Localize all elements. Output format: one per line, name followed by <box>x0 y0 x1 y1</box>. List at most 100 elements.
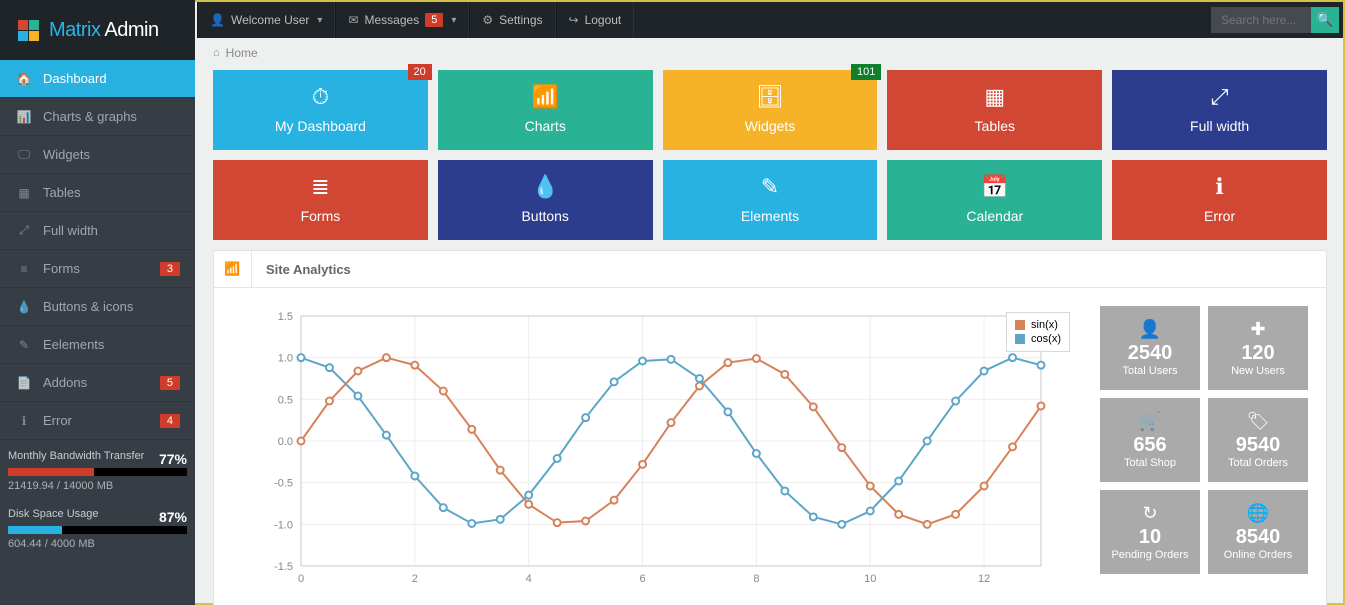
tile-icon: 📶 <box>438 84 653 110</box>
search-icon: 🔍 <box>1317 12 1334 27</box>
tiles: 20⏱My Dashboard📶Charts101🗄Widgets▦Tables… <box>195 70 1345 240</box>
nav-label: Forms <box>43 261 160 276</box>
tile-icon: 💧 <box>438 174 653 200</box>
sidebar-item-tables[interactable]: ▦Tables <box>0 174 195 212</box>
chart-icon: 📶 <box>214 251 252 287</box>
nav-label: Full width <box>43 223 180 238</box>
stat-label: Pending Orders <box>1111 549 1188 561</box>
chevron-down-icon: ▾ <box>451 15 456 26</box>
tile-icon: ℹ <box>1112 174 1327 200</box>
stat-value: 10 <box>1139 526 1161 549</box>
sidebar-item-eelements[interactable]: ✎ Eelements <box>0 326 195 364</box>
gear-icon: ⚙ <box>482 13 493 27</box>
nav-icon: 🖵 <box>15 147 33 162</box>
disk-title: Disk Space Usage <box>8 508 99 520</box>
tile-buttons[interactable]: 💧 Buttons <box>438 160 653 240</box>
tile-tables[interactable]: ▦Tables <box>887 70 1102 150</box>
sidebar-item-addons[interactable]: 📄Addons5 <box>0 364 195 402</box>
tile-my-dashboard[interactable]: 20⏱My Dashboard <box>213 70 428 150</box>
stat-total-shop[interactable]: 🛒656Total Shop <box>1100 398 1200 482</box>
tile-error[interactable]: ℹError <box>1112 160 1327 240</box>
svg-text:1.0: 1.0 <box>278 353 293 365</box>
search-input[interactable] <box>1211 7 1311 33</box>
stat-label: New Users <box>1231 365 1285 377</box>
stat-icon: 👤 <box>1139 319 1161 340</box>
tile-widgets[interactable]: 101🗄Widgets <box>663 70 878 150</box>
bandwidth-pct: 77% <box>159 451 187 467</box>
tile-calendar[interactable]: 📅Calendar <box>887 160 1102 240</box>
tile-icon: ⏱ <box>213 84 428 110</box>
svg-text:1.5: 1.5 <box>278 311 293 323</box>
chart-container: -1.5-1.0-0.50.00.51.01.5024681012 sin(x)… <box>232 306 1080 601</box>
nav-icon: ⤢ <box>15 223 33 238</box>
logo[interactable]: Matrix Admin <box>0 0 195 60</box>
svg-text:2: 2 <box>412 573 418 585</box>
topbar-welcome[interactable]: 👤Welcome User▾ <box>197 2 335 38</box>
nav-label: Addons <box>43 375 160 390</box>
legend-label: sin(x) <box>1031 319 1058 331</box>
tile-icon: ▦ <box>887 84 1102 110</box>
nav-icon: ≡ <box>15 262 33 276</box>
envelope-icon: ✉ <box>348 13 358 27</box>
stat-total-users[interactable]: 👤2540Total Users <box>1100 306 1200 390</box>
breadcrumb-home[interactable]: Home <box>226 46 258 60</box>
stat-label: Online Orders <box>1224 549 1292 561</box>
sidebar-item-error[interactable]: ℹError4 <box>0 402 195 440</box>
sidebar-item-buttons-icons[interactable]: 💧Buttons & icons <box>0 288 195 326</box>
sidebar-disk: Disk Space Usage87% 604.44 / 4000 MB <box>0 498 195 556</box>
tile-full-width[interactable]: ⤢Full width <box>1112 70 1327 150</box>
nav-icon: 📊 <box>15 110 33 124</box>
svg-text:0.0: 0.0 <box>278 436 293 448</box>
stat-value: 120 <box>1241 342 1274 365</box>
bandwidth-title: Monthly Bandwidth Transfer <box>8 450 144 462</box>
logo-icon <box>18 20 39 41</box>
legend-item: sin(x) <box>1015 319 1061 331</box>
tile-elements[interactable]: ✎Elements <box>663 160 878 240</box>
sidebar-item-charts-graphs[interactable]: 📊Charts & graphs <box>0 98 195 136</box>
chart-legend: sin(x) cos(x) <box>1006 312 1070 352</box>
svg-text:-0.5: -0.5 <box>274 478 293 490</box>
topbar-search: 🔍 <box>1207 2 1343 38</box>
legend-item: cos(x) <box>1015 333 1061 345</box>
stat-value: 656 <box>1133 434 1166 457</box>
topbar-settings[interactable]: ⚙ Settings <box>469 2 555 38</box>
stat-online-orders[interactable]: 🌐8540Online Orders <box>1208 490 1308 574</box>
tile-icon: 📅 <box>887 174 1102 200</box>
tile-label: Forms <box>301 208 341 224</box>
analytics-panel: 📶 Site Analytics -1.5-1.0-0.50.00.51.01.… <box>213 250 1327 605</box>
tile-label: Full width <box>1190 118 1249 134</box>
main: ⌂ Home 20⏱My Dashboard📶Charts101🗄Widgets… <box>195 36 1345 605</box>
topbar-welcome-label: Welcome User <box>231 13 309 27</box>
tile-label: Buttons <box>521 208 568 224</box>
stat-pending-orders[interactable]: ↻10Pending Orders <box>1100 490 1200 574</box>
topbar-messages-label: Messages <box>365 13 420 27</box>
stat-label: Total Orders <box>1228 457 1288 469</box>
topbar-logout[interactable]: ↪ Logout <box>556 2 635 38</box>
logout-icon: ↪ <box>569 13 579 27</box>
topbar-messages[interactable]: ✉Messages5▾ <box>335 2 469 38</box>
bandwidth-sub: 21419.94 / 14000 MB <box>8 480 187 492</box>
svg-text:10: 10 <box>864 573 876 585</box>
stat-new-users[interactable]: ✚120New Users <box>1208 306 1308 390</box>
sidebar-item-widgets[interactable]: 🖵 Widgets <box>0 136 195 174</box>
sidebar-item-dashboard[interactable]: 🏠Dashboard <box>0 60 195 98</box>
sidebar-item-forms[interactable]: ≡Forms3 <box>0 250 195 288</box>
topbar-settings-label: Settings <box>499 13 542 27</box>
topbar-logout-label: Logout <box>585 13 622 27</box>
nav-label: Tables <box>43 185 180 200</box>
disk-bar <box>8 526 187 534</box>
breadcrumb: ⌂ Home <box>195 36 1345 70</box>
tile-forms[interactable]: ≣Forms <box>213 160 428 240</box>
user-icon: 👤 <box>210 13 225 27</box>
search-button[interactable]: 🔍 <box>1311 7 1339 33</box>
nav-label: Eelements <box>43 337 180 352</box>
tile-charts[interactable]: 📶Charts <box>438 70 653 150</box>
stat-value: 9540 <box>1236 434 1281 457</box>
sidebar-item-full-width[interactable]: ⤢ Full width <box>0 212 195 250</box>
tile-label: Elements <box>741 208 799 224</box>
nav-label: Widgets <box>43 147 180 162</box>
nav-icon: ✎ <box>15 338 33 352</box>
nav-label: Dashboard <box>43 71 180 86</box>
stat-total-orders[interactable]: 🏷9540Total Orders <box>1208 398 1308 482</box>
panel-header: 📶 Site Analytics <box>214 251 1326 288</box>
